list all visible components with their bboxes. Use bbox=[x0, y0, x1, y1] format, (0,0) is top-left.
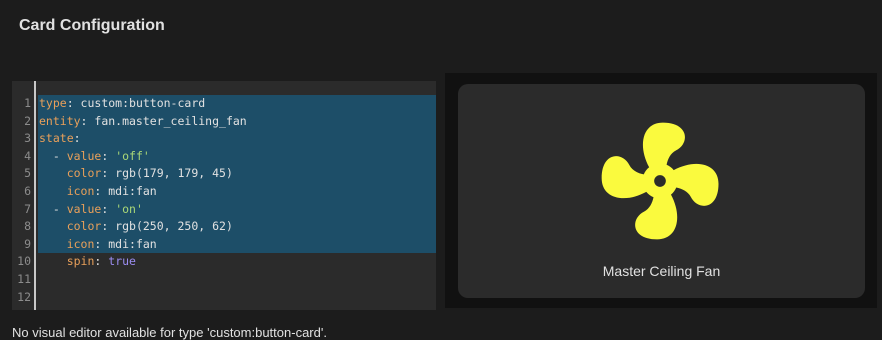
yaml-code-editor[interactable]: 1 type: custom:button-card 2 entity: fan.ma… bbox=[12, 81, 436, 310]
code-line[interactable]: 1 type: custom:button-card bbox=[12, 95, 436, 113]
code-text: state: bbox=[39, 130, 436, 148]
code-token: color bbox=[66, 219, 102, 234]
code-text: icon: mdi:fan bbox=[39, 183, 436, 201]
code-token: state bbox=[39, 131, 74, 146]
code-token: 'on' bbox=[115, 201, 143, 216]
line-number: 12 bbox=[17, 289, 31, 304]
line-number: 6 bbox=[24, 183, 31, 198]
line-number: 1 bbox=[24, 96, 31, 110]
code-token: entity bbox=[39, 113, 81, 128]
code-token: : mdi:fan bbox=[94, 236, 157, 251]
code-token: - bbox=[39, 201, 67, 216]
code-text: color: rgb(179, 179, 45) bbox=[39, 165, 436, 183]
code-text: - value: 'off' bbox=[39, 148, 436, 166]
code-token: spin bbox=[66, 254, 95, 269]
code-token: 'off' bbox=[115, 148, 150, 163]
code-text: spin: true bbox=[39, 253, 436, 271]
code-token: color bbox=[66, 166, 102, 181]
code-line[interactable]: 4 - value: 'off' bbox=[12, 148, 436, 166]
code-token: value bbox=[66, 201, 102, 216]
code-text: icon: mdi:fan bbox=[39, 236, 436, 254]
code-line[interactable]: 2 entity: fan.master_ceiling_fan bbox=[12, 113, 436, 131]
code-token: : bbox=[101, 148, 116, 163]
code-line[interactable]: 12 bbox=[12, 289, 436, 307]
line-number: 8 bbox=[24, 219, 31, 234]
line-number: 2 bbox=[24, 113, 31, 128]
page-title: Card Configuration bbox=[19, 17, 165, 34]
line-number: 5 bbox=[24, 166, 31, 181]
line-number: 11 bbox=[17, 271, 31, 286]
fan-icon[interactable] bbox=[590, 111, 730, 251]
code-lines[interactable]: 1 type: custom:button-card 2 entity: fan.ma… bbox=[12, 95, 436, 306]
code-token: value bbox=[66, 148, 102, 163]
line-number: 7 bbox=[24, 201, 31, 216]
code-line[interactable]: 9 icon: mdi:fan bbox=[12, 236, 436, 254]
code-text: color: rgb(250, 250, 62) bbox=[39, 218, 436, 236]
code-token: : rgb(250, 250, 62) bbox=[101, 219, 233, 234]
line-number: 4 bbox=[24, 148, 31, 163]
page: Card Configuration 1 type: custom:button-… bbox=[0, 0, 882, 340]
line-number: 9 bbox=[24, 236, 31, 251]
code-token: : fan.master_ceiling_fan bbox=[80, 113, 247, 128]
code-token: : bbox=[101, 201, 116, 216]
no-visual-editor-message: No visual editor available for type 'cus… bbox=[12, 325, 327, 340]
code-line[interactable]: 5 color: rgb(179, 179, 45) bbox=[12, 165, 436, 183]
code-token: : bbox=[94, 254, 109, 269]
code-token: icon bbox=[66, 183, 95, 198]
code-text: - value: 'on' bbox=[39, 201, 436, 219]
code-token: - bbox=[39, 148, 67, 163]
code-token: type bbox=[39, 96, 67, 110]
code-token: : custom:button-card bbox=[66, 96, 206, 110]
code-text: entity: fan.master_ceiling_fan bbox=[39, 113, 436, 131]
code-line[interactable]: 7 - value: 'on' bbox=[12, 201, 436, 219]
code-line[interactable]: 11 bbox=[12, 271, 436, 289]
code-line[interactable]: 6 icon: mdi:fan bbox=[12, 183, 436, 201]
card-name-label: Master Ceiling Fan bbox=[602, 263, 721, 279]
code-token: : bbox=[73, 131, 81, 146]
line-number: 10 bbox=[17, 254, 31, 269]
code-line[interactable]: 8 color: rgb(250, 250, 62) bbox=[12, 218, 436, 236]
line-number: 3 bbox=[24, 131, 31, 146]
code-line[interactable]: 10 spin: true bbox=[12, 253, 436, 271]
code-token: : mdi:fan bbox=[94, 183, 157, 198]
code-token: icon bbox=[66, 236, 95, 251]
code-text: type: custom:button-card bbox=[39, 95, 436, 113]
code-line[interactable]: 3 state: bbox=[12, 130, 436, 148]
code-token: true bbox=[108, 254, 136, 269]
code-token: : rgb(179, 179, 45) bbox=[101, 166, 233, 181]
